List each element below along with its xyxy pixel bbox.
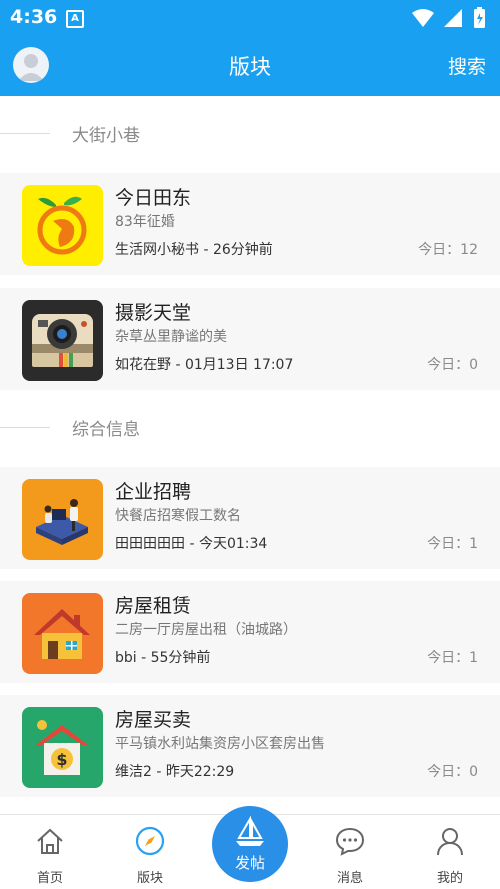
person-icon [437, 828, 463, 856]
forum-last-post: 生活网小秘书 - 26分钟前 [115, 242, 273, 258]
camera-icon [22, 300, 103, 381]
compass-icon [135, 826, 165, 856]
post-button-label: 发帖 [234, 854, 265, 872]
forum-name: 房屋租赁 [115, 595, 192, 617]
forum-name: 房屋买卖 [115, 709, 192, 731]
forum-latest-topic: 杂草丛里静谧的美 [115, 329, 227, 345]
forum-today-count: 今日：0 [427, 764, 478, 780]
tab-label: 首页 [36, 871, 63, 886]
forum-card[interactable]: $ 房屋买卖 平马镇水利站集资房小区套房出售 维洁2 - 昨天22:29 今日：… [0, 695, 500, 797]
forum-name: 摄影天堂 [115, 302, 192, 324]
forum-latest-topic: 二房一厅房屋出租（油城路） [115, 622, 297, 638]
section-header: 综合信息 [0, 398, 500, 456]
tab-label: 消息 [336, 871, 363, 886]
tab-home[interactable]: 首页 [15, 815, 85, 889]
office-desk-icon [22, 479, 103, 560]
chat-bubble-icon [335, 827, 365, 856]
forum-card[interactable]: 企业招聘 快餐店招寒假工数名 田田田田田 - 今天01:34 今日：1 [0, 467, 500, 569]
forum-list: 大街小巷 今日田东 83年征婚 生活网小秘书 - 26分钟前 今日：12 摄影天… [0, 96, 500, 814]
house-icon [22, 593, 103, 674]
tab-profile[interactable]: 我的 [415, 815, 485, 889]
svg-text:$: $ [56, 750, 67, 769]
page-title: 版块 [229, 55, 271, 79]
tab-label: 版块 [136, 871, 163, 886]
forum-latest-topic: 平马镇水利站集资房小区套房出售 [115, 736, 325, 752]
forum-last-post: 田田田田田 - 今天01:34 [115, 536, 268, 552]
sailboat-icon [236, 816, 264, 846]
forum-card[interactable]: 房屋租赁 二房一厅房屋出租（油城路） bbi - 55分钟前 今日：1 [0, 581, 500, 683]
forum-card[interactable]: 摄影天堂 杂草丛里静谧的美 如花在野 - 01月13日 17:07 今日：0 [0, 288, 500, 390]
section-title: 综合信息 [72, 420, 140, 440]
section-header: 大街小巷 [0, 104, 500, 162]
mango-icon [22, 185, 103, 266]
section-divider [0, 427, 50, 428]
forum-last-post: 维洁2 - 昨天22:29 [115, 764, 235, 780]
forum-name: 企业招聘 [115, 481, 192, 503]
house-dollar-icon: $ [22, 707, 103, 788]
wifi-icon [412, 9, 434, 27]
forum-name: 今日田东 [115, 187, 192, 209]
home-icon [37, 828, 63, 854]
forum-today-count: 今日：0 [427, 357, 478, 373]
forum-latest-topic: 83年征婚 [115, 214, 175, 230]
system-status-icons [412, 7, 485, 28]
status-time: 4:36 [10, 6, 58, 28]
forum-last-post: bbi - 55分钟前 [115, 650, 211, 666]
search-button[interactable]: 搜索 [448, 52, 486, 79]
forum-today-count: 今日：12 [418, 242, 478, 258]
notification-icon: A [66, 10, 84, 28]
section-title: 大街小巷 [72, 126, 140, 146]
forum-last-post: 如花在野 - 01月13日 17:07 [115, 357, 294, 373]
section-divider [0, 133, 50, 134]
forum-latest-topic: 快餐店招寒假工数名 [115, 508, 241, 524]
tab-forums[interactable]: 版块 [115, 815, 185, 889]
post-button[interactable]: 发帖 [212, 806, 288, 882]
signal-icon [444, 9, 462, 27]
forum-today-count: 今日：1 [427, 650, 478, 666]
forum-card[interactable]: 今日田东 83年征婚 生活网小秘书 - 26分钟前 今日：12 [0, 173, 500, 275]
tab-label: 我的 [436, 871, 463, 886]
forum-today-count: 今日：1 [427, 536, 478, 552]
app-bar: 版块 搜索 [0, 34, 500, 96]
tab-messages[interactable]: 消息 [315, 815, 385, 889]
status-bar: 4:36 A [0, 0, 500, 34]
